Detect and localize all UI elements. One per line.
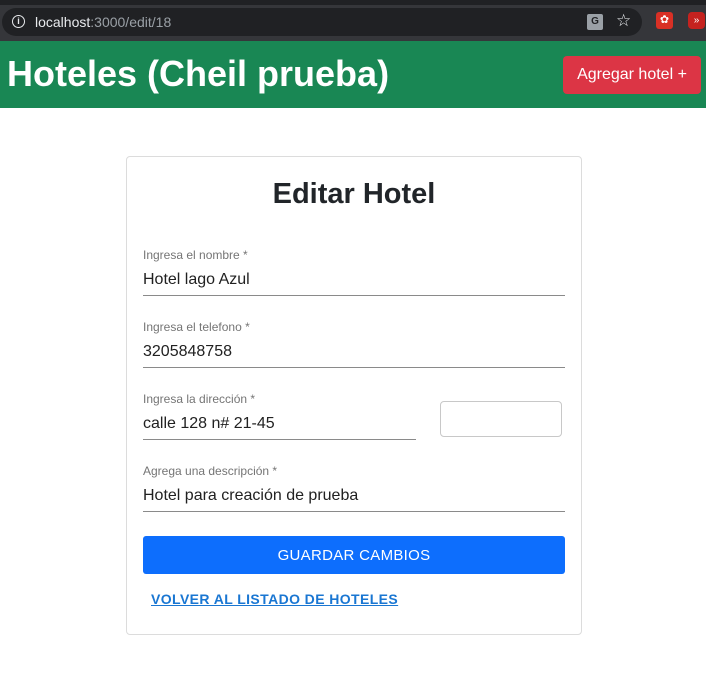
description-label: Agrega una descripción * [143,464,278,478]
name-underline [143,295,565,296]
back-to-list-link[interactable]: VOLVER AL LISTADO DE HOTELES [151,591,398,607]
phone-input[interactable]: 3205848758 [143,343,232,361]
phone-label: Ingresa el telefono * [143,320,250,334]
add-hotel-button[interactable]: Agregar hotel + [563,56,701,94]
name-label: Ingresa el nombre * [143,248,248,262]
address-underline [143,439,416,440]
app-header: Hoteles (Cheil prueba) Agregar hotel + [0,41,706,108]
address-bar[interactable]: i localhost:3000/edit/18 G ☆ [2,8,642,36]
url-path: :3000/edit/18 [90,14,172,30]
address-label: Ingresa la dirección * [143,392,256,406]
description-underline [143,511,565,512]
description-input[interactable]: Hotel para creación de prueba [143,487,358,505]
edit-hotel-card: Editar Hotel Ingresa el nombre * Hotel l… [126,156,582,635]
extension-icon[interactable]: » [688,12,705,29]
url-host: localhost [35,14,91,30]
info-icon[interactable]: i [12,15,25,28]
address-input[interactable]: calle 128 n# 21-45 [143,415,275,433]
star-icon[interactable]: ☆ [616,11,631,31]
phone-underline [143,367,565,368]
translate-icon[interactable]: G [587,14,603,30]
extension-icon[interactable]: ✿ [656,12,673,29]
tab-strip [0,0,706,5]
form-title: Editar Hotel [272,178,436,210]
extra-input[interactable] [440,401,562,437]
app-title: Hoteles (Cheil prueba) [7,53,390,94]
name-input[interactable]: Hotel lago Azul [143,271,250,289]
url-text[interactable]: localhost:3000/edit/18 [35,14,171,30]
browser-toolbar: i localhost:3000/edit/18 G ☆ ✿ » [0,0,706,41]
save-changes-button[interactable]: GUARDAR CAMBIOS [143,536,565,574]
